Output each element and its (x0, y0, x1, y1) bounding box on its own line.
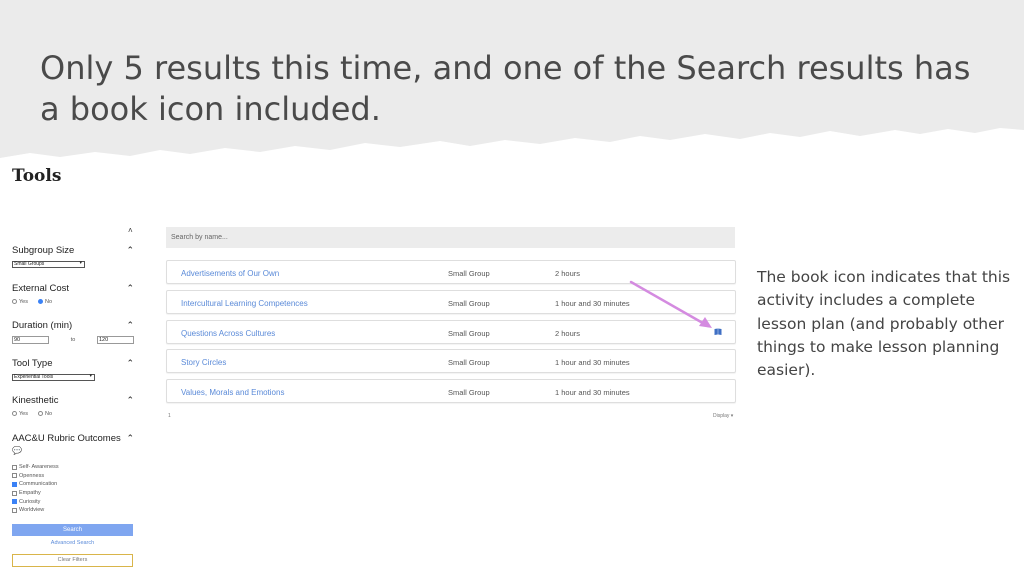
result-group-size: Small Group (448, 388, 490, 398)
result-duration: 2 hours (555, 328, 581, 338)
checkbox-icon (12, 464, 17, 470)
chevron-up-icon[interactable]: ⌃ (126, 245, 134, 256)
result-name-link[interactable]: Advertisements of Our Own (181, 269, 279, 278)
result-duration: 1 hour and 30 minutes (555, 298, 630, 308)
radio-icon (37, 411, 43, 417)
collapse-caret-icon[interactable]: ˄ (128, 226, 133, 235)
filter-label: Kinesthetic (12, 394, 59, 406)
checkbox-label: Communication (19, 481, 58, 488)
filter-rubric-outcomes: AAC&U Rubric Outcomes ⌃ 💬 Self- Awarenes… (12, 431, 134, 515)
annotation-arrow (629, 280, 712, 328)
filter-external-cost: External Cost ⌃ Yes No (12, 281, 134, 305)
slide-header-band: Only 5 results this time, and one of the… (0, 0, 1024, 160)
search-button[interactable]: Search (12, 524, 133, 536)
result-name-link[interactable]: Values, Morals and Emotions (181, 388, 284, 397)
radio-no[interactable]: No (37, 411, 53, 417)
radio-icon (12, 299, 17, 305)
filter-duration: Duration (min) ⌃ 90 to 120 (12, 318, 134, 344)
subgroup-size-select[interactable]: Small Groups (12, 261, 85, 268)
checkbox-icon (12, 490, 17, 496)
filter-label: Duration (min) (12, 319, 73, 331)
result-row[interactable]: Values, Morals and Emotions Small Group 1 … (166, 379, 736, 404)
filter-kinesthetic: Kinesthetic ⌃ Yes No (12, 393, 134, 417)
checkbox-icon (12, 481, 17, 487)
search-name-input[interactable]: Search by name... (166, 227, 735, 248)
annotation-note: The book icon indicates that this activi… (757, 268, 1011, 380)
result-group-size: Small Group (448, 328, 490, 338)
chevron-up-icon[interactable]: ⌃ (126, 320, 134, 331)
duration-min-input[interactable]: 90 (12, 336, 49, 344)
rubric-checkbox-item[interactable]: Empathy (12, 489, 134, 498)
radio-icon (12, 411, 17, 417)
checkbox-label: Empathy (19, 490, 41, 497)
speech-bubble-icon[interactable]: 💬 (12, 446, 134, 455)
result-group-size: Small Group (448, 298, 490, 308)
rubric-checkbox-item[interactable]: Worldview (12, 506, 134, 515)
range-separator: to (70, 337, 76, 343)
rubric-checkbox-item[interactable]: Self- Awareness (12, 463, 134, 472)
filter-label: AAC&U Rubric Outcomes (12, 432, 121, 444)
radio-label: Yes (19, 299, 28, 305)
filter-label: External Cost (12, 282, 70, 294)
checkbox-label: Worldview (19, 507, 45, 514)
checkbox-label: Self- Awareness (19, 464, 59, 471)
display-select[interactable]: Display ▾ (713, 413, 733, 419)
checkbox-icon (12, 499, 17, 505)
result-group-size: Small Group (448, 269, 490, 278)
checkbox-label: Openness (19, 472, 45, 479)
radio-yes[interactable]: Yes (12, 299, 28, 305)
filter-label: Tool Type (12, 357, 53, 369)
checkbox-icon (12, 507, 17, 513)
chevron-up-icon[interactable]: ⌃ (126, 358, 134, 369)
filter-tool-type: Tool Type ⌃ Experiential Tools (12, 356, 134, 381)
result-duration: 1 hour and 30 minutes (555, 358, 630, 368)
rubric-checklist: Self- Awareness Openness Communication Empa… (12, 463, 134, 515)
filter-subgroup-size: Subgroup Size ⌃ Small Groups (12, 243, 134, 268)
checkbox-icon (12, 473, 17, 479)
chevron-up-icon[interactable]: ⌃ (126, 283, 134, 294)
result-duration: 2 hours (555, 269, 581, 278)
filter-label: Subgroup Size (12, 244, 75, 256)
advanced-search-link[interactable]: Advanced Search (12, 540, 133, 546)
rubric-checkbox-item[interactable]: Curiosity (12, 497, 134, 506)
radio-no[interactable]: No (37, 299, 53, 305)
slide-title: Only 5 results this time, and one of the… (40, 49, 971, 128)
duration-max-input[interactable]: 120 (97, 336, 134, 344)
result-row[interactable]: Story Circles Small Group 1 hour and 30 mi… (166, 349, 736, 374)
result-group-size: Small Group (448, 358, 490, 368)
tools-heading: Tools (12, 166, 62, 186)
tool-type-select[interactable]: Experiential Tools (12, 374, 95, 381)
rubric-checkbox-item[interactable]: Communication (12, 480, 134, 489)
clear-filters-button[interactable]: Clear Filters (12, 554, 133, 567)
chevron-up-icon[interactable]: ⌃ (126, 433, 134, 444)
radio-icon (37, 299, 43, 305)
radio-yes[interactable]: Yes (12, 411, 28, 417)
pager-page[interactable]: 1 (168, 413, 171, 419)
radio-label: No (44, 411, 53, 417)
chevron-up-icon[interactable]: ⌃ (126, 395, 134, 406)
checkbox-label: Curiosity (19, 498, 41, 505)
radio-label: Yes (19, 411, 28, 417)
radio-label: No (44, 299, 53, 305)
result-name-link[interactable]: Story Circles (181, 358, 226, 367)
result-duration: 1 hour and 30 minutes (555, 388, 630, 398)
rubric-checkbox-item[interactable]: Openness (12, 472, 134, 481)
result-name-link[interactable]: Intercultural Learning Competences (181, 299, 308, 308)
result-name-link[interactable]: Questions Across Cultures (181, 329, 275, 338)
